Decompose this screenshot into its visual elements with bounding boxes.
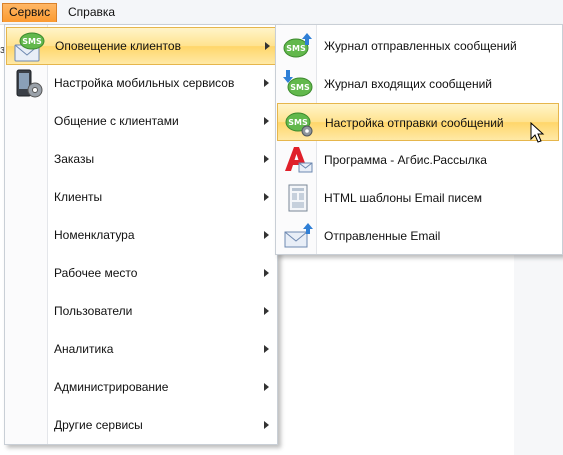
- sms-download-icon: SMS: [283, 70, 313, 97]
- menu-item-label: Рабочее место: [54, 266, 138, 280]
- submenu-arrow-icon: [265, 42, 270, 50]
- menu-item-label: Заказы: [54, 152, 95, 166]
- menubar-item-service[interactable]: Сервис: [2, 3, 58, 22]
- menu-item-orders[interactable]: Заказы: [6, 141, 276, 179]
- submenu-item-label: Журнал отправленных сообщений: [324, 39, 517, 53]
- svg-text:SMS: SMS: [290, 83, 310, 92]
- submenu-arrow-icon: [264, 307, 269, 315]
- menu-item-mobile-services-settings[interactable]: Настройка мобильных сервисов: [6, 65, 276, 103]
- menu-item-clients[interactable]: Клиенты: [6, 179, 276, 217]
- submenu-arrow-icon: [264, 231, 269, 239]
- submenu-item-sent-emails[interactable]: Отправленные Email: [277, 217, 559, 255]
- client-notification-submenu: SMS Журнал отправленных сообщений SMS Жу…: [275, 24, 563, 255]
- submenu-item-label: Программа - Агбис.Рассылка: [324, 153, 487, 167]
- submenu-arrow-icon: [264, 193, 269, 201]
- submenu-arrow-icon: [264, 117, 269, 125]
- menu-item-label: Номенклатура: [54, 228, 135, 242]
- menu-item-label: Общение с клиентами: [54, 114, 179, 128]
- menu-item-label: Клиенты: [54, 190, 103, 204]
- submenu-item-label: Настройка отправки сообщений: [325, 116, 504, 130]
- menu-item-nomenclature[interactable]: Номенклатура: [6, 217, 276, 255]
- submenu-arrow-icon: [264, 345, 269, 353]
- submenu-item-agbis-mailing-program[interactable]: Программа - Агбис.Рассылка: [277, 141, 559, 179]
- service-dropdown-menu: SMS Оповещение клиентов Настройка мобиль…: [4, 24, 278, 445]
- submenu-arrow-icon: [264, 155, 269, 163]
- svg-text:SMS: SMS: [22, 37, 42, 46]
- svg-text:SMS: SMS: [288, 118, 308, 127]
- menubar-item-help[interactable]: Справка: [62, 3, 121, 22]
- submenu-item-label: HTML шаблоны Email писем: [324, 191, 483, 205]
- svg-text:SMS: SMS: [286, 44, 306, 53]
- menu-item-label: Аналитика: [54, 342, 114, 356]
- menu-item-label: Администрирование: [54, 380, 169, 394]
- menu-item-workplace[interactable]: Рабочее место: [6, 255, 276, 293]
- submenu-item-label: Журнал входящих сообщений: [324, 77, 492, 91]
- menu-item-label: Пользователи: [54, 304, 133, 318]
- phone-gear-icon: [16, 69, 43, 98]
- agbis-mail-icon: [285, 147, 313, 173]
- submenu-item-incoming-messages-log[interactable]: SMS Журнал входящих сообщений: [277, 65, 559, 103]
- menubar: Сервис Справка: [0, 0, 563, 25]
- menu-item-analytics[interactable]: Аналитика: [6, 331, 276, 369]
- submenu-arrow-icon: [264, 421, 269, 429]
- submenu-item-message-sending-settings[interactable]: SMS Настройка отправки сообщений: [277, 103, 559, 141]
- html-template-icon: [288, 184, 308, 212]
- sms-mail-icon: SMS: [14, 32, 45, 62]
- submenu-item-label: Отправленные Email: [324, 229, 441, 243]
- submenu-arrow-icon: [264, 79, 269, 87]
- email-sent-icon: [284, 223, 313, 248]
- menu-item-label: Оповещение клиентов: [55, 39, 181, 53]
- menu-item-label: Другие сервисы: [54, 418, 143, 432]
- submenu-arrow-icon: [264, 383, 269, 391]
- menu-item-label: Настройка мобильных сервисов: [54, 76, 235, 90]
- menu-item-administration[interactable]: Администрирование: [6, 369, 276, 407]
- menu-item-client-communication[interactable]: Общение с клиентами: [6, 103, 276, 141]
- submenu-item-sent-messages-log[interactable]: SMS Журнал отправленных сообщений: [277, 27, 559, 65]
- submenu-arrow-icon: [264, 269, 269, 277]
- mouse-cursor-icon: [530, 122, 545, 143]
- sms-upload-icon: SMS: [283, 33, 312, 58]
- submenu-item-html-email-templates[interactable]: HTML шаблоны Email писем: [277, 179, 559, 217]
- sms-settings-icon: SMS: [285, 112, 313, 137]
- menu-item-users[interactable]: Пользователи: [6, 293, 276, 331]
- menu-item-client-notification[interactable]: SMS Оповещение клиентов: [6, 27, 276, 65]
- menu-item-other-services[interactable]: Другие сервисы: [6, 407, 276, 445]
